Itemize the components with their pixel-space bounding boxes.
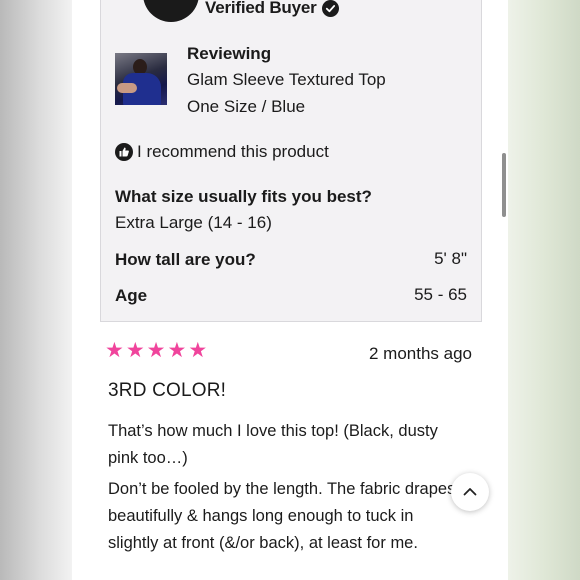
review-screen: Verified Buyer Reviewing Glam Sleeve Tex… xyxy=(72,0,508,580)
star-icon: ★ xyxy=(188,339,208,362)
age-question: Age xyxy=(115,286,148,305)
height-answer: 5' 8" xyxy=(434,249,467,268)
product-name[interactable]: Glam Sleeve Textured Top xyxy=(187,70,386,90)
verified-buyer-badge: Verified Buyer xyxy=(205,0,339,18)
thumbs-up-icon xyxy=(115,143,133,161)
star-icon: ★ xyxy=(125,339,145,362)
size-answer: Extra Large (14 - 16) xyxy=(115,213,272,232)
reviewing-label: Reviewing xyxy=(187,44,272,63)
review-date: 2 months ago xyxy=(368,344,472,363)
star-icon: ★ xyxy=(167,339,187,362)
height-question: How tall are you? xyxy=(115,250,256,269)
avatar xyxy=(143,0,199,22)
size-question: What size usually fits you best? xyxy=(115,187,372,206)
chevron-up-icon xyxy=(463,483,477,501)
scrollbar-thumb[interactable] xyxy=(502,153,506,217)
star-icon: ★ xyxy=(146,339,166,362)
check-circle-icon xyxy=(321,0,339,17)
review-title: 3RD COLOR! xyxy=(108,380,227,401)
review-paragraph: Don’t be fooled by the length. The fabri… xyxy=(108,480,456,552)
star-icon: ★ xyxy=(105,339,124,362)
verified-buyer-label: Verified Buyer xyxy=(205,0,317,17)
recommend-text: I recommend this product xyxy=(137,142,329,161)
review-paragraph: That’s how much I love this top! (Black,… xyxy=(108,422,438,467)
review-body: That’s how much I love this top! (Black,… xyxy=(108,418,468,561)
recommend-row: I recommend this product xyxy=(115,142,329,162)
product-variant: One Size / Blue xyxy=(187,97,306,116)
product-thumbnail[interactable] xyxy=(115,53,167,105)
age-answer: 55 - 65 xyxy=(414,285,467,304)
reviewer-info-panel: Verified Buyer Reviewing Glam Sleeve Tex… xyxy=(100,0,482,322)
star-rating: ★ ★ ★ ★ ★ xyxy=(105,340,207,361)
scroll-to-top-button[interactable] xyxy=(451,473,489,511)
